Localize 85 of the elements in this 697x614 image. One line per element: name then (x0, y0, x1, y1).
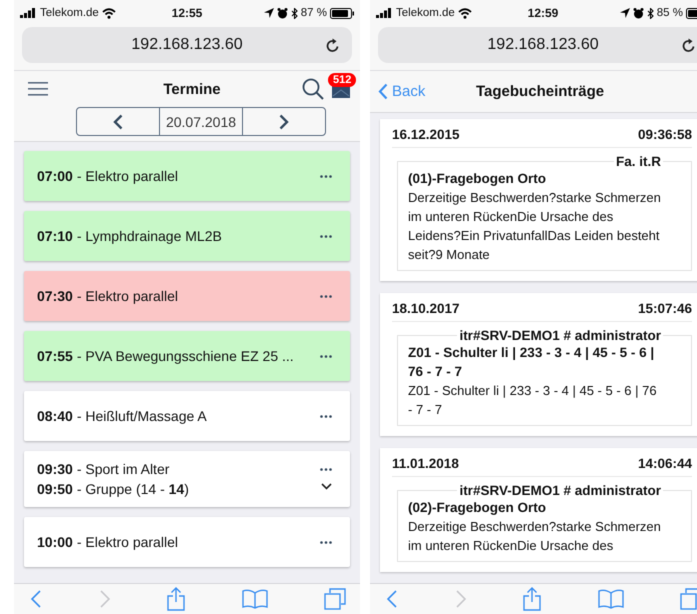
signal-icon (376, 8, 393, 18)
back-chevron-icon[interactable] (30, 589, 42, 609)
signal-icon (20, 8, 37, 18)
appointment-time: 09:50 (37, 481, 73, 497)
appointment-title: - Heißluft/Massage A (76, 408, 207, 424)
more-dots-icon[interactable] (320, 234, 332, 238)
share-icon[interactable] (167, 587, 185, 611)
page-title: Tagebucheinträge (476, 83, 604, 100)
url-text: 192.168.123.60 (131, 36, 243, 54)
entry-time: 14:06:44 (638, 456, 692, 471)
more-dots-icon[interactable] (320, 174, 332, 178)
more-dots-icon[interactable] (320, 354, 332, 358)
tabs-icon[interactable] (324, 588, 346, 610)
bluetooth-icon (290, 8, 298, 18)
appointment-title: - PVA Bewegungsschiene EZ 25 ... (76, 348, 294, 364)
book-icon[interactable] (242, 589, 268, 609)
appointment-title: - Elektro parallel (76, 168, 178, 184)
appointment-title: - Sport im Alter (76, 461, 170, 477)
share-icon[interactable] (523, 587, 541, 611)
appointment-card[interactable]: 07:30 - Elektro parallel (24, 271, 350, 321)
more-dots-icon[interactable] (320, 540, 332, 544)
appointment-card[interactable]: 10:00 - Elektro parallel (24, 517, 350, 567)
entry-text: Derzeitige Beschwerden?starke Schmerzen im unteren RückenDie Ursache des (408, 518, 662, 555)
appointment-card[interactable]: 09:30 - Sport im Alter 09:50 - Gruppe (14 - 14) (24, 451, 350, 507)
entry-heading: Z01 - Schulter li | 233 - 3 - 4 | 45 - 5 - 6 | 76 - 7 - 7 (408, 344, 656, 381)
reload-icon[interactable] (682, 38, 696, 53)
chevron-left-icon (113, 114, 123, 130)
bluetooth-icon (646, 8, 654, 18)
status-time: 12:59 (528, 6, 558, 20)
battery-icon (330, 8, 354, 18)
appointment-title: - Gruppe (14 - 14) (76, 481, 189, 497)
appointment-title: - Elektro parallel (76, 288, 178, 304)
chevron-down-icon[interactable] (320, 483, 332, 490)
location-arrow-icon (264, 8, 274, 18)
appointment-time: 08:40 (37, 408, 73, 424)
back-chevron-icon[interactable] (386, 589, 398, 609)
appointment-card[interactable]: 07:10 - Lymphdrainage ML2B (24, 211, 350, 261)
carrier-name: Telekom.de (40, 7, 99, 19)
appointment-time: 10:00 (37, 534, 73, 550)
appointment-card[interactable]: 07:00 - Elektro parallel (24, 151, 350, 201)
wifi-icon (102, 8, 116, 18)
appointment-time: 09:30 (37, 461, 73, 477)
unread-badge: 512 (328, 73, 356, 87)
appointment-title: - Elektro parallel (76, 534, 178, 550)
entry-heading: (02)-Fragebogen Orto (408, 499, 548, 517)
entry-date: 16.12.2015 (392, 127, 460, 142)
menu-icon[interactable] (28, 82, 48, 96)
wifi-icon (458, 8, 472, 18)
entry-heading: (01)-Fragebogen Orto (408, 170, 548, 188)
location-arrow-icon (620, 8, 630, 18)
chevron-right-icon (279, 114, 289, 130)
carrier-name: Telekom.de (396, 7, 455, 19)
more-dots-icon[interactable] (320, 414, 332, 418)
appointment-title: - Lymphdrainage ML2B (76, 228, 222, 244)
entry-time: 09:36:58 (638, 127, 692, 142)
more-dots-icon[interactable] (320, 294, 332, 298)
entry-author: itr#SRV-DEMO1 # administrator (458, 483, 662, 498)
alarm-clock-icon (276, 8, 288, 18)
appointment-card[interactable]: 08:40 - Heißluft/Massage A (24, 391, 350, 441)
url-text: 192.168.123.60 (487, 36, 599, 54)
entry-text: Derzeitige Beschwerden?starke Schmerzen im unteren RückenDie Ursache des Leidens?Ein PrivatunfallDas Leiden besteht seit?9 Monate (408, 189, 662, 264)
entry-text: Z01 - Schulter li | 233 - 3 - 4 | 45 - 5 - 6 | 76 - 7 - 7 (408, 382, 658, 419)
status-time: 12:55 (172, 6, 202, 20)
appointment-time: 07:55 (37, 348, 73, 364)
entry-author: Fa. it.R (614, 154, 662, 169)
address-bar[interactable]: 192.168.123.60 (22, 27, 352, 63)
entry-author: itr#SRV-DEMO1 # administrator (458, 328, 662, 343)
battery-percentage: 85 % (656, 7, 683, 19)
entry-date: 18.10.2017 (392, 301, 460, 316)
address-bar[interactable]: 192.168.123.60 (378, 27, 697, 63)
page-title: Termine (163, 80, 221, 98)
appointment-card[interactable]: 07:55 - PVA Bewegungsschiene EZ 25 ... (24, 331, 350, 381)
chevron-left-icon (378, 83, 388, 100)
entry-time: 15:07:46 (638, 301, 692, 316)
entry-date: 11.01.2018 (392, 456, 459, 471)
reload-icon[interactable] (326, 38, 340, 53)
more-dots-icon[interactable] (320, 468, 332, 471)
appointment-time: 07:00 (37, 168, 73, 184)
appointment-time: 07:10 (37, 228, 73, 244)
appointment-time: 07:30 (37, 288, 73, 304)
battery-percentage: 87 % (300, 7, 327, 19)
alarm-clock-icon (632, 8, 644, 18)
search-icon[interactable] (302, 78, 324, 100)
tabs-icon[interactable] (680, 588, 697, 610)
book-icon[interactable] (598, 589, 624, 609)
